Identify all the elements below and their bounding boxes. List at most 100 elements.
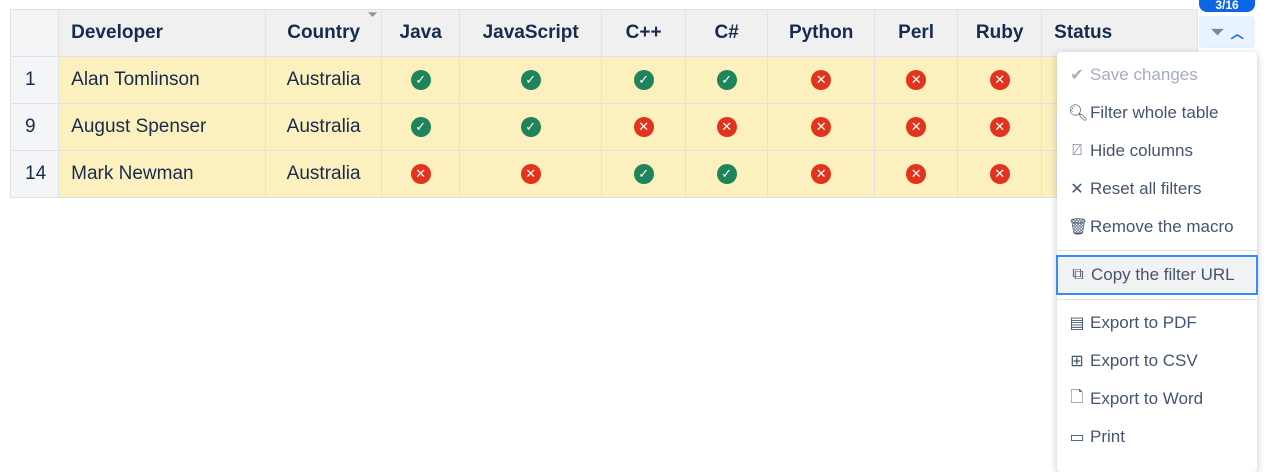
column-header-label: Country	[287, 22, 361, 43]
column-header-label: Ruby	[975, 22, 1024, 43]
column-header-label: C#	[714, 22, 739, 43]
language-cell: ✕	[381, 150, 461, 198]
country-cell: Australia	[265, 56, 383, 104]
menu-item-hide-columns[interactable]: ⍁ Hide columns	[1057, 132, 1257, 170]
column-header[interactable]	[9, 9, 60, 57]
print-icon: ▭	[1069, 429, 1085, 446]
divider	[1057, 250, 1257, 251]
filter-menu: ✔ Save changes 🔍︎ Filter whole table ⍁ Hide…	[1056, 52, 1258, 472]
menu-item-save-changes[interactable]: ✔ Save changes	[1057, 56, 1257, 94]
column-header[interactable]: Java	[381, 9, 461, 57]
language-cell: ✓	[685, 150, 769, 198]
column-header-label: Python	[788, 22, 854, 43]
column-filter-icon[interactable]: ⏷	[368, 9, 377, 22]
language-cell: ✕	[957, 103, 1043, 151]
language-cell: ✕	[874, 150, 959, 198]
country-cell: Australia	[265, 150, 383, 198]
developer-table: Developer Country ⏷ Java JavaScript C++ C# Pyth…	[9, 9, 1199, 198]
cross-circle-icon: ✕	[989, 116, 1010, 137]
language-cell: ✕	[957, 56, 1043, 104]
menu-item-export-csv[interactable]: ⊞ Export to CSV	[1057, 342, 1257, 380]
row-number: 1	[9, 56, 60, 104]
menu-item-export-word[interactable]: 🗋︎ Export to Word	[1057, 380, 1257, 418]
language-cell: ✕	[957, 150, 1043, 198]
filter-count-badge: 3/16	[1199, 0, 1255, 12]
column-header[interactable]: Status	[1041, 9, 1199, 57]
check-circle-icon: ✓	[410, 116, 431, 137]
check-circle-icon: ✓	[520, 116, 541, 137]
word-icon: 🗋︎	[1070, 388, 1084, 406]
language-cell: ✓	[601, 150, 687, 198]
cross-circle-icon: ✕	[906, 116, 927, 137]
column-header[interactable]: Perl	[874, 9, 959, 57]
language-cell: ✕	[685, 103, 769, 151]
column-header[interactable]: Ruby	[957, 9, 1043, 57]
column-header[interactable]: Developer	[58, 9, 267, 57]
menu-item-print[interactable]: ▭ Print	[1057, 418, 1257, 456]
language-cell: ✕	[459, 150, 603, 198]
menu-item-reset-filters[interactable]: ✕ Reset all filters	[1057, 170, 1257, 208]
cross-circle-icon: ✕	[811, 69, 832, 90]
cross-circle-icon: ✕	[811, 116, 832, 137]
language-cell: ✕	[874, 56, 959, 104]
row-number: 9	[9, 103, 60, 151]
country-cell: Australia	[265, 103, 383, 151]
cross-circle-icon: ✕	[989, 69, 1010, 90]
csv-icon: ⊞	[1070, 353, 1084, 370]
column-header-label: Perl	[898, 22, 935, 43]
trash-icon: 🗑︎	[1068, 219, 1089, 236]
column-header[interactable]: C#	[685, 9, 769, 57]
check-circle-icon: ✓	[410, 69, 431, 90]
language-cell: ✓	[381, 103, 461, 151]
check-icon: ✔	[1070, 67, 1084, 84]
developer-cell: August Spenser	[58, 103, 267, 151]
check-circle-icon: ✓	[633, 163, 654, 184]
close-icon: ✕	[1070, 181, 1084, 198]
search-icon: 🔍︎	[1068, 105, 1089, 122]
table-row: 1 Alan Tomlinson Australia ✓ ✓ ✓ ✓ ✕ ✕ ✕	[9, 56, 1199, 104]
check-circle-icon: ✓	[716, 69, 737, 90]
column-header-label: Developer	[71, 22, 164, 43]
copy-icon: ⧉	[1072, 266, 1084, 283]
check-circle-icon: ✓	[520, 69, 541, 90]
column-header[interactable]: Country ⏷	[265, 9, 383, 57]
divider	[1057, 299, 1257, 300]
cross-circle-icon: ✕	[520, 163, 541, 184]
row-number: 14	[9, 150, 60, 198]
column-header-label: Java	[399, 22, 442, 43]
menu-item-filter-whole-table[interactable]: 🔍︎ Filter whole table	[1057, 94, 1257, 132]
filter-toolbar-toggle[interactable]: ⏷ ︿	[1199, 16, 1255, 48]
pdf-icon: ▤	[1069, 315, 1085, 332]
language-cell: ✓	[459, 103, 603, 151]
hide-columns-icon: ⍁	[1072, 142, 1082, 159]
column-header[interactable]: C++	[601, 9, 687, 57]
check-circle-icon: ✓	[633, 69, 654, 90]
cross-circle-icon: ✕	[410, 163, 431, 184]
language-cell: ✕	[874, 103, 959, 151]
developer-cell: Alan Tomlinson	[58, 56, 267, 104]
language-cell: ✓	[381, 56, 461, 104]
cross-circle-icon: ✕	[906, 163, 927, 184]
column-header-label: JavaScript	[482, 22, 579, 43]
menu-item-remove-macro[interactable]: 🗑︎ Remove the macro	[1057, 208, 1257, 246]
language-cell: ✓	[459, 56, 603, 104]
cross-circle-icon: ✕	[811, 163, 832, 184]
language-cell: ✕	[767, 56, 876, 104]
check-circle-icon: ✓	[716, 163, 737, 184]
developer-cell: Mark Newman	[58, 150, 267, 198]
filter-icon: ⏷	[1210, 21, 1225, 42]
table-row: 9 August Spenser Australia ✓ ✓ ✕ ✕ ✕ ✕ ✕	[9, 103, 1199, 151]
column-header[interactable]: Python	[767, 9, 876, 57]
language-cell: ✕	[767, 103, 876, 151]
language-cell: ✓	[685, 56, 769, 104]
cross-circle-icon: ✕	[906, 69, 927, 90]
language-cell: ✕	[601, 103, 687, 151]
menu-item-copy-filter-url[interactable]: ⧉ Copy the filter URL	[1056, 255, 1258, 295]
chevron-up-icon: ︿	[1230, 25, 1244, 41]
cross-circle-icon: ✕	[633, 116, 654, 137]
column-header[interactable]: JavaScript	[459, 9, 603, 57]
menu-item-export-pdf[interactable]: ▤ Export to PDF	[1057, 304, 1257, 342]
column-header-label: C++	[625, 22, 662, 43]
table-row: 14 Mark Newman Australia ✕ ✕ ✓ ✓ ✕ ✕ ✕	[9, 150, 1199, 198]
language-cell: ✓	[601, 56, 687, 104]
